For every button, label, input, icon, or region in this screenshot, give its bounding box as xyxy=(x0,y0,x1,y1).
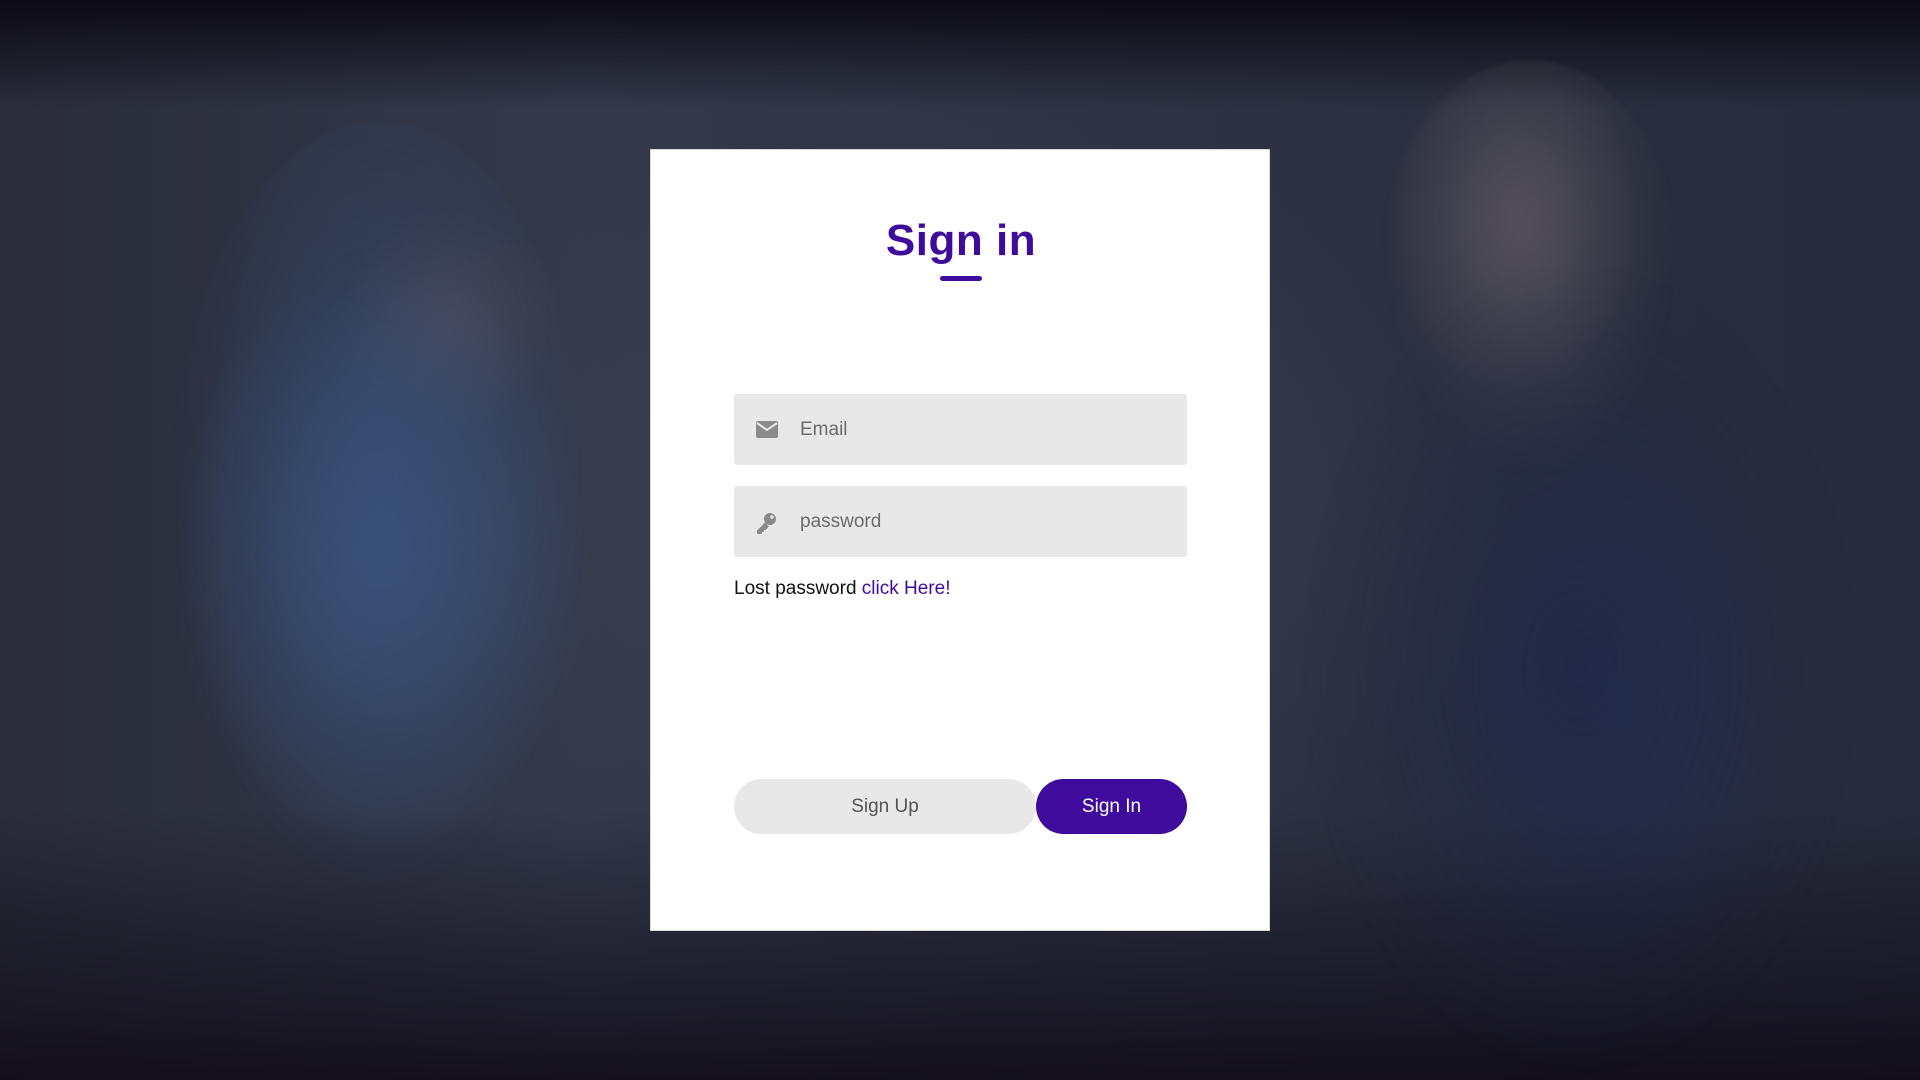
lost-password-link[interactable]: click Here! xyxy=(862,578,951,599)
envelope-icon xyxy=(734,394,800,465)
password-input[interactable] xyxy=(800,486,1170,557)
email-input[interactable] xyxy=(800,394,1170,465)
password-field[interactable] xyxy=(734,486,1187,557)
page-title: Sign in xyxy=(885,216,1037,265)
key-icon xyxy=(734,486,800,557)
sign-in-button[interactable]: Sign In xyxy=(1036,779,1187,834)
background-figure-left xyxy=(170,120,590,900)
signin-card: Sign in Lost password click Here! Sign U… xyxy=(650,149,1270,931)
lost-password-line: Lost password click Here! xyxy=(734,578,950,600)
lost-password-label: Lost password xyxy=(734,578,857,599)
title-underline xyxy=(940,276,982,281)
background-figure-back xyxy=(1380,60,1680,480)
email-field[interactable] xyxy=(734,394,1187,465)
sign-up-button[interactable]: Sign Up xyxy=(734,779,1036,834)
